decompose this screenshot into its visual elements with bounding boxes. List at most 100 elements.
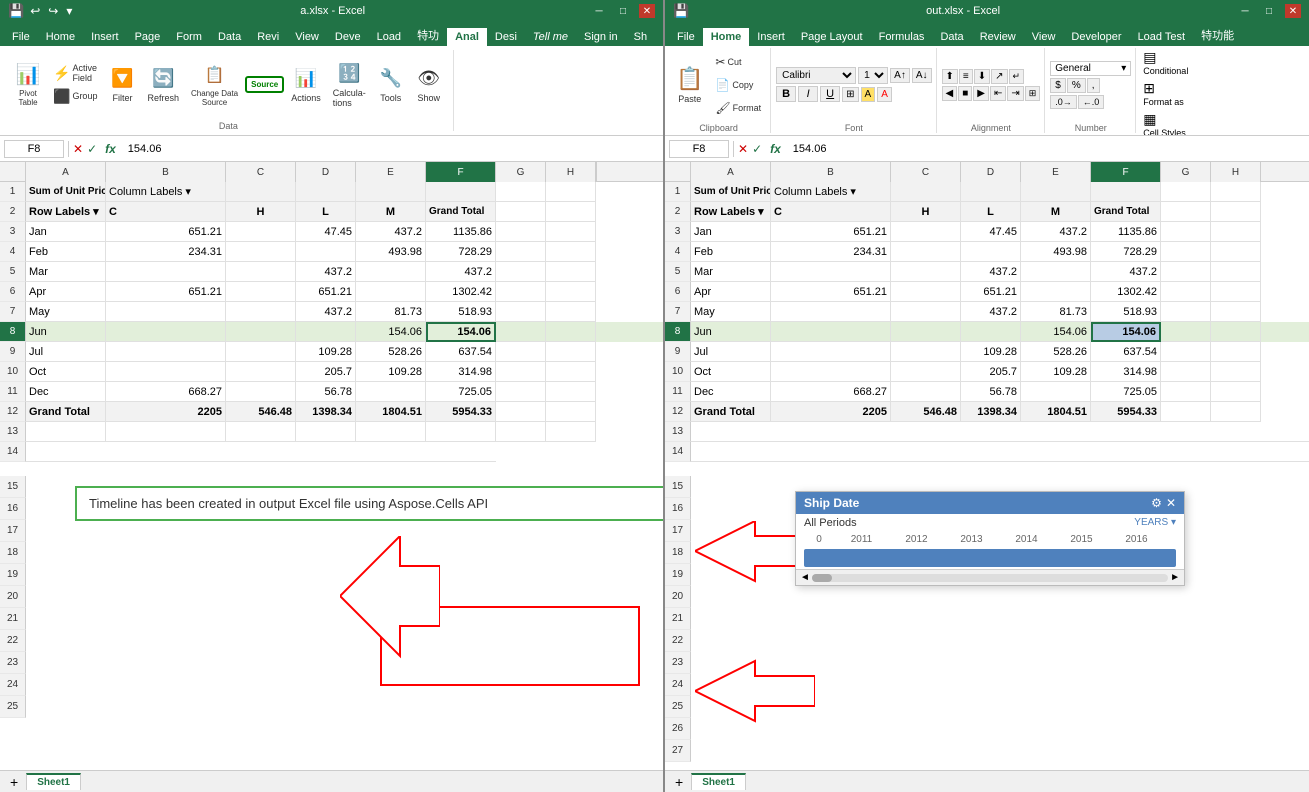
- cell-a4[interactable]: Feb: [26, 242, 106, 262]
- right-cell-d9[interactable]: 109.28: [961, 342, 1021, 362]
- tab-view[interactable]: View: [287, 28, 327, 46]
- right-cell-c6[interactable]: [891, 282, 961, 302]
- right-cell-g6[interactable]: [1161, 282, 1211, 302]
- empty-cell[interactable]: [26, 442, 496, 462]
- cell-d10[interactable]: 205.7: [296, 362, 356, 382]
- sheet-tab-sheet1[interactable]: Sheet1: [26, 773, 81, 790]
- close-btn[interactable]: ✕: [639, 4, 655, 18]
- cell-h8[interactable]: [546, 322, 596, 342]
- right-col-header-c[interactable]: C: [891, 162, 961, 182]
- cell-f8[interactable]: 154.06: [426, 322, 496, 342]
- right-cell-c9[interactable]: [891, 342, 961, 362]
- right-cell-g5[interactable]: [1161, 262, 1211, 282]
- tab-revi[interactable]: Revi: [249, 28, 287, 46]
- qat-customize[interactable]: ▾: [64, 4, 74, 18]
- cell-a9[interactable]: Jul: [26, 342, 106, 362]
- cell-f9[interactable]: 637.54: [426, 342, 496, 362]
- font-size-select[interactable]: 11: [858, 67, 888, 84]
- fx-icon[interactable]: fx: [101, 142, 120, 156]
- right-cell-f6[interactable]: 1302.42: [1091, 282, 1161, 302]
- show-btn[interactable]: 👁 Show: [411, 57, 447, 113]
- cell-a3[interactable]: Jan: [26, 222, 106, 242]
- format-as-table-btn[interactable]: ⊞ Format as: [1141, 79, 1213, 108]
- cell-c8[interactable]: [226, 322, 296, 342]
- tab-sh[interactable]: Sh: [626, 28, 655, 46]
- font-color-btn[interactable]: A: [877, 87, 892, 102]
- cell-h12[interactable]: [546, 402, 596, 422]
- cell-e7[interactable]: 81.73: [356, 302, 426, 322]
- increase-font-btn[interactable]: A↑: [890, 68, 910, 83]
- paste-btn[interactable]: 📋 Paste: [671, 60, 708, 110]
- cell-e10[interactable]: 109.28: [356, 362, 426, 382]
- right-cell-g7[interactable]: [1161, 302, 1211, 322]
- cell-f7[interactable]: 518.93: [426, 302, 496, 322]
- cell-g3[interactable]: [496, 222, 546, 242]
- tab-insert[interactable]: Insert: [83, 28, 127, 46]
- cell-styles-btn[interactable]: ▦ Cell Styles: [1141, 110, 1213, 136]
- tab-tellme[interactable]: Tell me: [525, 28, 576, 46]
- filter-btn[interactable]: 🔽 Filter: [104, 57, 140, 113]
- decrease-font-btn[interactable]: A↓: [912, 68, 932, 83]
- right-cell-f1[interactable]: [1091, 182, 1161, 202]
- right-cell-h1[interactable]: [1211, 182, 1261, 202]
- cell-c1[interactable]: [226, 182, 296, 202]
- col-header-d[interactable]: D: [296, 162, 356, 182]
- cell-e9[interactable]: 528.26: [356, 342, 426, 362]
- col-header-a[interactable]: A: [26, 162, 106, 182]
- cell-a8[interactable]: Jun: [26, 322, 106, 342]
- cell-d6[interactable]: 651.21: [296, 282, 356, 302]
- cell-e1[interactable]: [356, 182, 426, 202]
- right-cell-d4[interactable]: [961, 242, 1021, 262]
- right-col-header-b[interactable]: B: [771, 162, 891, 182]
- cell-h4[interactable]: [546, 242, 596, 262]
- cell-g12[interactable]: [496, 402, 546, 422]
- col-header-c[interactable]: C: [226, 162, 296, 182]
- tab-anal[interactable]: Anal: [447, 28, 487, 46]
- cell-h3[interactable]: [546, 222, 596, 242]
- cell-h10[interactable]: [546, 362, 596, 382]
- col-header-e[interactable]: E: [356, 162, 426, 182]
- right-cell-f10[interactable]: 314.98: [1091, 362, 1161, 382]
- align-left-btn[interactable]: ◀: [942, 86, 958, 101]
- empty-cell[interactable]: [496, 422, 546, 442]
- right-cell-g11[interactable]: [1161, 382, 1211, 402]
- cell-f4[interactable]: 728.29: [426, 242, 496, 262]
- cell-d11[interactable]: 56.78: [296, 382, 356, 402]
- cell-a12[interactable]: Grand Total: [26, 402, 106, 422]
- right-col-header-h[interactable]: H: [1211, 162, 1261, 182]
- timeline-widget[interactable]: Ship Date ⚙ ✕ All Periods YEARS ▾ 0: [795, 491, 1185, 586]
- right-cell-h4[interactable]: [1211, 242, 1261, 262]
- cell-f1[interactable]: [426, 182, 496, 202]
- right-cell-h2[interactable]: [1211, 202, 1261, 222]
- right-cell-b9[interactable]: [771, 342, 891, 362]
- cell-e6[interactable]: [356, 282, 426, 302]
- cell-g6[interactable]: [496, 282, 546, 302]
- right-cell-d1[interactable]: [961, 182, 1021, 202]
- right-cell-a11[interactable]: Dec: [691, 382, 771, 402]
- right-cell-f12[interactable]: 5954.33: [1091, 402, 1161, 422]
- right-cell-h5[interactable]: [1211, 262, 1261, 282]
- cell-f5[interactable]: 437.2: [426, 262, 496, 282]
- right-cell-c10[interactable]: [891, 362, 961, 382]
- right-cell-a3[interactable]: Jan: [691, 222, 771, 242]
- right-cell-c11[interactable]: [891, 382, 961, 402]
- right-cell-c3[interactable]: [891, 222, 961, 242]
- right-cell-h10[interactable]: [1211, 362, 1261, 382]
- right-cell-f11[interactable]: 725.05: [1091, 382, 1161, 402]
- tab-signin[interactable]: Sign in: [576, 28, 626, 46]
- tab-special1[interactable]: 特功: [409, 24, 447, 46]
- right-cell-h8[interactable]: [1211, 322, 1261, 342]
- right-tab-formulas[interactable]: Formulas: [871, 28, 933, 46]
- right-cell-a10[interactable]: Oct: [691, 362, 771, 382]
- right-cell-d2[interactable]: L: [961, 202, 1021, 222]
- cell-f2[interactable]: Grand Total: [426, 202, 496, 222]
- pivottable-btn[interactable]: 📊 PivotTable: [10, 57, 46, 113]
- increase-indent-btn[interactable]: ⇥: [1007, 86, 1023, 101]
- right-tab-insert[interactable]: Insert: [749, 28, 793, 46]
- cell-d9[interactable]: 109.28: [296, 342, 356, 362]
- col-header-b[interactable]: B: [106, 162, 226, 182]
- maximize-btn[interactable]: □: [615, 4, 631, 18]
- cancel-formula-icon[interactable]: ✕: [73, 142, 83, 156]
- cell-f3[interactable]: 1135.86: [426, 222, 496, 242]
- cell-c7[interactable]: [226, 302, 296, 322]
